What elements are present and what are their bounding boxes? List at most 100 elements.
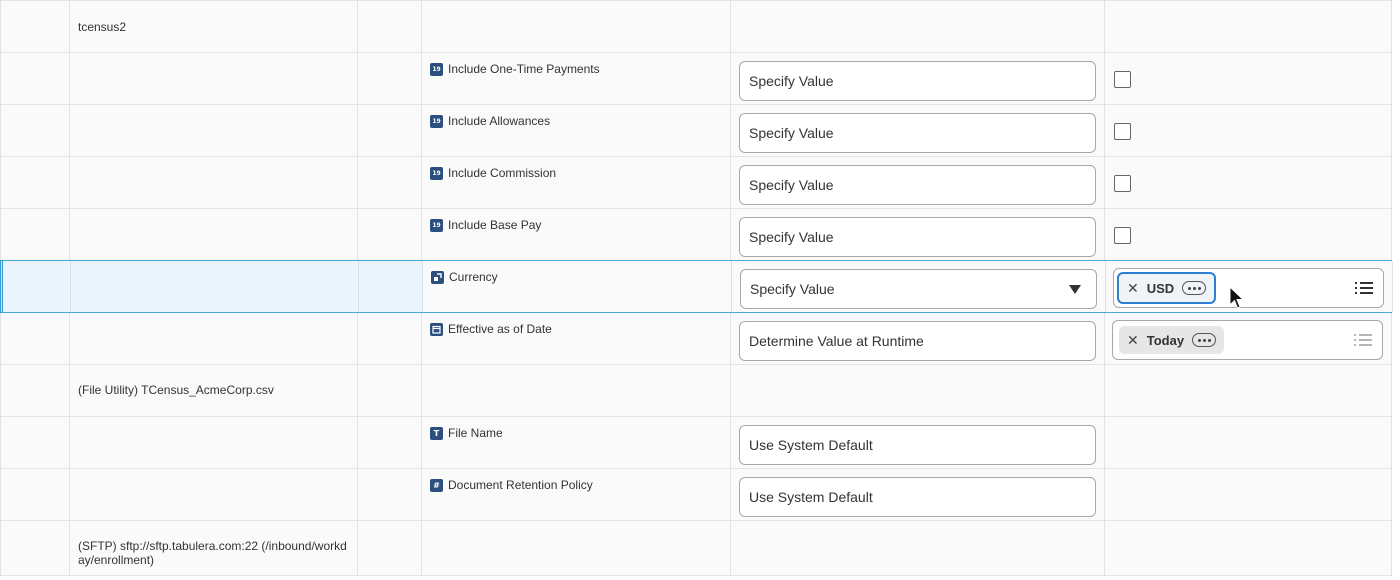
field-label: 19 Include Commission	[430, 166, 556, 180]
value-mode-input[interactable]: Specify Value	[739, 165, 1096, 205]
table-cell	[357, 157, 421, 208]
table-row[interactable]: 19 Include One-Time Payments Specify Val…	[0, 53, 1392, 105]
table-cell: Effective as of Date	[421, 313, 730, 364]
mouse-cursor-icon	[1229, 286, 1245, 309]
table-cell	[69, 313, 357, 364]
table-row[interactable]: 19 Include Base Pay Specify Value	[0, 209, 1392, 261]
value-mode-dropdown[interactable]: Specify Value	[740, 269, 1097, 309]
number-field-icon: 19	[430, 62, 443, 76]
field-label: # Document Retention Policy	[430, 478, 593, 492]
more-options-icon[interactable]	[1192, 333, 1217, 347]
table-cell	[0, 469, 69, 520]
hash-field-icon: #	[430, 478, 443, 492]
value-mode-input[interactable]: Specify Value	[739, 61, 1096, 101]
table-cell	[0, 105, 69, 156]
prompt-list-icon[interactable]	[1355, 280, 1373, 296]
table-cell	[1104, 157, 1392, 208]
group-label: (SFTP) sftp://sftp.tabulera.com:22 (/inb…	[78, 539, 347, 567]
table-cell: 19 Include One-Time Payments	[421, 53, 730, 104]
table-cell	[0, 1, 69, 52]
table-cell	[69, 417, 357, 468]
currency-chip[interactable]: ✕ USD	[1117, 272, 1217, 304]
table-cell: T File Name	[421, 417, 730, 468]
table-row[interactable]: (SFTP) sftp://sftp.tabulera.com:22 (/inb…	[0, 521, 1392, 576]
value-mode-input[interactable]: Use System Default	[739, 425, 1096, 465]
table-row[interactable]: # Document Retention Policy Use System D…	[0, 469, 1392, 521]
table-row-selected[interactable]: Currency Specify Value ✕ USD	[0, 260, 1393, 313]
table-cell: Specify Value	[730, 157, 1104, 208]
table-cell	[1104, 521, 1392, 575]
table-cell: (SFTP) sftp://sftp.tabulera.com:22 (/inb…	[69, 521, 357, 575]
value-checkbox[interactable]	[1114, 227, 1131, 244]
number-field-icon: 19	[430, 166, 443, 180]
more-options-icon[interactable]	[1182, 281, 1207, 295]
remove-chip-icon[interactable]: ✕	[1127, 280, 1139, 297]
table-cell	[0, 313, 69, 364]
table-cell	[69, 209, 357, 260]
table-cell	[0, 157, 69, 208]
field-label-text: Include Base Pay	[448, 218, 542, 232]
currency-prompt-field[interactable]: ✕ USD	[1113, 268, 1384, 308]
table-cell	[357, 417, 421, 468]
table-cell	[730, 365, 1104, 416]
table-row[interactable]: 19 Include Allowances Specify Value	[0, 105, 1392, 157]
table-cell: ✕ Today	[1104, 313, 1392, 364]
table-cell	[69, 53, 357, 104]
value-checkbox[interactable]	[1114, 71, 1131, 88]
value-checkbox[interactable]	[1114, 123, 1131, 140]
table-cell	[357, 365, 421, 416]
table-cell	[730, 1, 1104, 52]
table-cell	[357, 313, 421, 364]
remove-chip-icon[interactable]: ✕	[1127, 332, 1139, 349]
table-cell	[69, 157, 357, 208]
table-cell: ✕ USD	[1105, 261, 1393, 312]
table-cell	[357, 469, 421, 520]
table-cell	[357, 105, 421, 156]
table-cell: Use System Default	[730, 469, 1104, 520]
field-label: 19 Include Base Pay	[430, 218, 541, 232]
table-row[interactable]: T File Name Use System Default	[0, 417, 1392, 469]
table-cell	[69, 469, 357, 520]
table-row[interactable]: tcensus2	[0, 0, 1392, 53]
table-cell	[1104, 365, 1392, 416]
table-cell	[69, 105, 357, 156]
field-label: T File Name	[430, 426, 503, 440]
field-label: Currency	[431, 270, 498, 284]
date-prompt-field[interactable]: ✕ Today	[1112, 320, 1383, 360]
group-label: (File Utility) TCensus_AcmeCorp.csv	[78, 383, 274, 397]
table-cell: Use System Default	[730, 417, 1104, 468]
table-cell: Specify Value	[731, 261, 1105, 312]
table-cell: Determine Value at Runtime	[730, 313, 1104, 364]
table-cell	[357, 209, 421, 260]
value-mode-input[interactable]: Specify Value	[739, 113, 1096, 153]
table-cell: # Document Retention Policy	[421, 469, 730, 520]
value-checkbox[interactable]	[1114, 175, 1131, 192]
value-mode-input[interactable]: Specify Value	[739, 217, 1096, 257]
table-cell: 19 Include Commission	[421, 157, 730, 208]
field-label-text: Include Allowances	[448, 114, 551, 128]
table-row[interactable]: Effective as of Date Determine Value at …	[0, 313, 1392, 365]
table-cell: 19 Include Base Pay	[421, 209, 730, 260]
field-label-text: Document Retention Policy	[448, 478, 593, 492]
field-label-text: File Name	[448, 426, 503, 440]
table-cell	[1104, 105, 1392, 156]
table-cell	[1104, 469, 1392, 520]
table-cell	[1, 261, 70, 312]
value-mode-input[interactable]: Determine Value at Runtime	[739, 321, 1096, 361]
field-label: 19 Include Allowances	[430, 114, 550, 128]
number-field-icon: 19	[430, 114, 443, 128]
table-cell	[1104, 209, 1392, 260]
table-cell	[421, 521, 730, 575]
table-cell: Specify Value	[730, 209, 1104, 260]
table-row[interactable]: (File Utility) TCensus_AcmeCorp.csv	[0, 365, 1392, 417]
table-cell	[357, 1, 421, 52]
prompt-list-icon[interactable]	[1354, 332, 1372, 348]
group-label: tcensus2	[78, 20, 127, 34]
table-cell	[70, 261, 358, 312]
table-cell	[0, 53, 69, 104]
table-row[interactable]: 19 Include Commission Specify Value	[0, 157, 1392, 209]
date-chip[interactable]: ✕ Today	[1119, 326, 1225, 354]
value-mode-input[interactable]: Use System Default	[739, 477, 1096, 517]
table-cell: Specify Value	[730, 53, 1104, 104]
number-field-icon: 19	[430, 218, 443, 232]
